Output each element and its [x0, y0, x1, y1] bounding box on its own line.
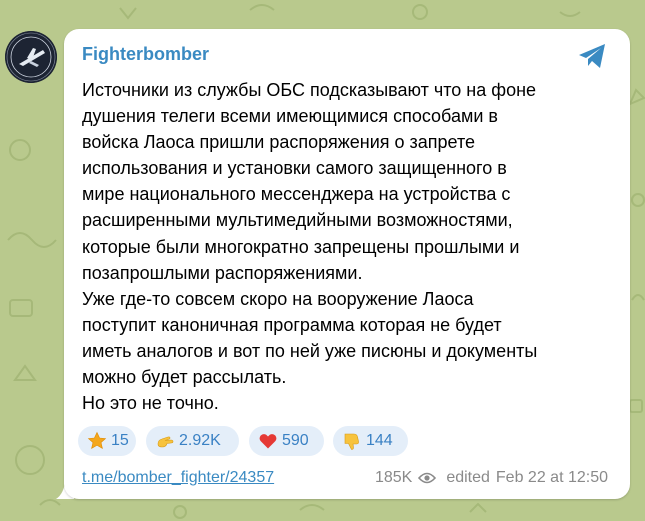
message-bubble: Fighterbomber Источники из службы ОБС по…	[64, 29, 630, 499]
post-link[interactable]: t.me/bomber_fighter/24357	[82, 469, 274, 487]
reaction-count: 2.92K	[179, 432, 221, 449]
fighterbomber-logo	[5, 31, 57, 83]
post-date: Feb 22 at 12:50	[495, 469, 608, 486]
telegram-plane-icon	[579, 44, 605, 68]
reaction-thumbs-down[interactable]: 144	[333, 426, 408, 456]
post-meta: 185K edited Feb 22 at 12:50	[375, 469, 608, 487]
edited-label: edited	[446, 469, 490, 486]
heart-icon	[258, 431, 278, 451]
channel-name[interactable]: Fighterbomber	[82, 44, 209, 65]
reaction-count: 590	[282, 432, 309, 449]
channel-avatar[interactable]	[5, 31, 57, 83]
reaction-heart[interactable]: 590	[249, 426, 324, 456]
reaction-pinch[interactable]: 2.92K	[146, 426, 239, 456]
thumbs-down-icon	[342, 431, 362, 451]
star-icon	[87, 431, 107, 451]
reaction-star[interactable]: 15	[78, 426, 136, 456]
pinching-hand-icon	[155, 431, 175, 451]
post-text: Источники из службы ОБС подсказывают что…	[82, 80, 538, 414]
share-button[interactable]	[577, 43, 607, 69]
eye-icon	[418, 472, 437, 484]
reaction-count: 15	[111, 432, 129, 449]
reaction-count: 144	[366, 432, 393, 449]
views-count: 185K	[374, 469, 413, 486]
